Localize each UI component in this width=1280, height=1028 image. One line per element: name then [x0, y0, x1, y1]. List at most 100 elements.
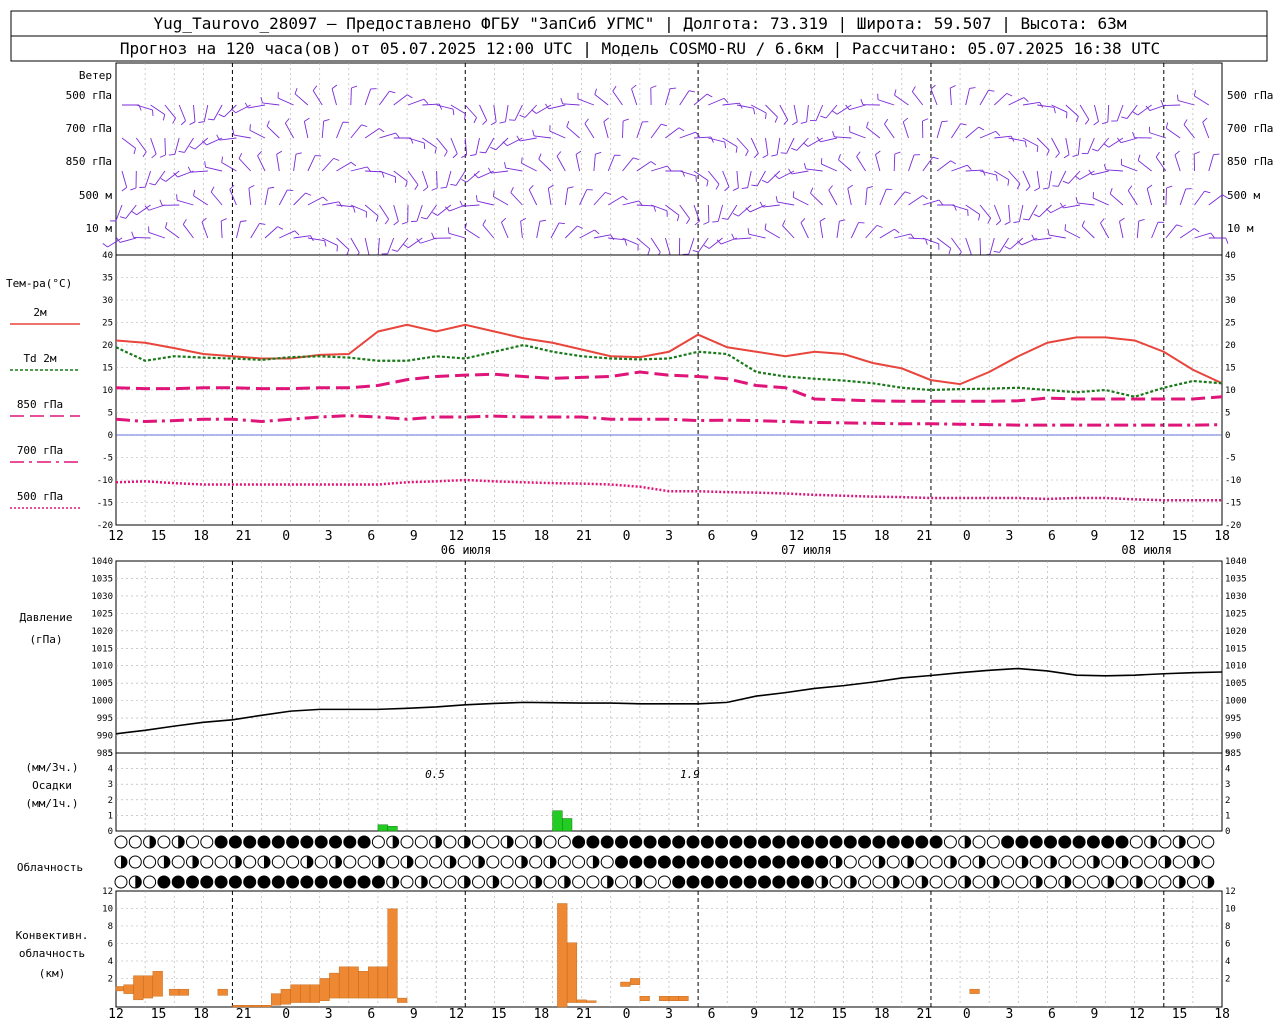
x-tick-label: 12: [1129, 1007, 1145, 1022]
cloud-symbol: [787, 876, 799, 888]
cloud-symbol: [1102, 836, 1114, 848]
header-line1: Yug_Taurovo_28097 – Предоставлено ФГБУ "…: [154, 14, 1127, 33]
x-tick-label: 21: [236, 529, 252, 544]
cloud-symbol-half: [536, 836, 542, 848]
conv-tick-right: 2: [1225, 975, 1230, 985]
cloud-symbol: [687, 876, 699, 888]
cloud-symbol: [973, 876, 985, 888]
cloud-symbol: [1130, 856, 1142, 868]
x-tick-label: 12: [108, 1007, 124, 1022]
conv-tick-left: 6: [108, 940, 113, 950]
precip-tick-right: 2: [1225, 796, 1230, 806]
cloud-symbol: [1016, 836, 1028, 848]
temp-tick-right: 35: [1225, 274, 1236, 284]
x-tick-label: 6: [1048, 529, 1056, 544]
cloud-symbol: [573, 856, 585, 868]
x-tick-label: 0: [963, 1007, 971, 1022]
conv-bar: [640, 996, 650, 1000]
cloud-symbol: [544, 836, 556, 848]
temp-tick-right: -5: [1225, 454, 1236, 464]
cloud-symbol: [330, 836, 342, 848]
wind-barb: [1163, 105, 1180, 106]
x-tick-label: 6: [708, 529, 716, 544]
conv-tick-left: 2: [108, 975, 113, 985]
cloud-symbol: [272, 856, 284, 868]
x-tick-label: 0: [623, 1007, 631, 1022]
temperature-panel: Тем-ра(°C) 2мTd 2м850 гПа700 гПа500 гПа …: [6, 251, 1241, 531]
cloud-symbol: [1045, 876, 1057, 888]
cloud-symbol: [287, 876, 299, 888]
cloud-symbol: [887, 836, 899, 848]
x-tick-label: 15: [491, 1007, 507, 1022]
pressure-tick-left: 1040: [91, 557, 113, 567]
cloud-symbol: [201, 836, 213, 848]
x-tick-label: 3: [325, 1007, 333, 1022]
x-tick-label: 3: [1005, 529, 1013, 544]
wind-barb-flag: [177, 194, 178, 200]
temp-tick-right: 0: [1225, 431, 1230, 441]
temp-tick-left: 0: [108, 431, 113, 441]
temp-tick-left: -10: [97, 476, 113, 486]
cloud-symbol: [215, 876, 227, 888]
cloud-symbol-half: [464, 876, 470, 888]
cloud-symbol: [1202, 856, 1214, 868]
pressure-tick-right: 1020: [1225, 627, 1247, 637]
x-tick-label: 6: [708, 1007, 716, 1022]
conv-bar: [133, 976, 143, 1000]
cloud-symbol: [172, 856, 184, 868]
cloud-symbol: [873, 836, 885, 848]
cloud-symbol-half: [1065, 876, 1071, 888]
temp-tick-left: 10: [102, 386, 113, 396]
wind-level-label-right: 500 гПа: [1227, 89, 1273, 102]
x-tick-label: 18: [193, 1007, 209, 1022]
x-tick-label: 9: [750, 1007, 758, 1022]
temp-tick-right: 10: [1225, 386, 1236, 396]
conv-bar: [388, 909, 398, 998]
pressure-tick-right: 1035: [1225, 574, 1247, 584]
x-tick-label: 0: [963, 529, 971, 544]
cloud-symbol: [830, 836, 842, 848]
cloud-symbol-half: [479, 856, 485, 868]
temp-tick-right: 20: [1225, 341, 1236, 351]
cloud-symbol-half: [1051, 856, 1057, 868]
conv-bar: [630, 978, 640, 984]
x-axis-bottom: 1215182103691215182103691215182103691215…: [108, 1007, 1230, 1022]
temp-tick-left: 25: [102, 319, 113, 329]
x-tick-label: 9: [1091, 529, 1099, 544]
cloud-symbol: [1130, 836, 1142, 848]
wind-barb-flag: [103, 243, 108, 247]
conv-bar: [368, 967, 378, 998]
cloud-symbol: [1087, 836, 1099, 848]
cloud-symbol-half: [607, 876, 613, 888]
cloud-symbol: [515, 836, 527, 848]
cloud-symbol: [644, 836, 656, 848]
conv-bar: [124, 985, 134, 994]
x-tick-label: 18: [1214, 529, 1230, 544]
x-tick-label: 9: [1091, 1007, 1099, 1022]
conv-bar: [218, 989, 228, 995]
conv-bar: [378, 967, 388, 998]
precip-annotation-1: 0.5: [425, 768, 445, 781]
pressure-tick-left: 995: [97, 714, 113, 724]
x-tick-label: 12: [1129, 529, 1145, 544]
x-date-label: 06 июля: [441, 543, 492, 557]
pressure-title: Давление: [20, 611, 73, 624]
x-date-label: 07 июля: [781, 543, 832, 557]
cloud-symbol: [801, 856, 813, 868]
temp-tick-right: 25: [1225, 319, 1236, 329]
x-tick-label: 18: [874, 529, 890, 544]
cloud-symbol: [759, 836, 771, 848]
cloud-symbol: [944, 836, 956, 848]
temp-tick-left: 20: [102, 341, 113, 351]
precip-bar: [562, 819, 572, 831]
pressure-tick-left: 1030: [91, 592, 113, 602]
conv-tick-left: 8: [108, 922, 113, 932]
precip-tick-right: 1: [1225, 811, 1230, 821]
temp-tick-left: 30: [102, 296, 113, 306]
cloud-symbol: [987, 856, 999, 868]
x-tick-label: 3: [665, 529, 673, 544]
cloud-symbol-half: [1179, 836, 1185, 848]
conv-bar: [620, 982, 630, 986]
cloud-symbol: [301, 876, 313, 888]
cloud-symbol-half: [507, 836, 513, 848]
